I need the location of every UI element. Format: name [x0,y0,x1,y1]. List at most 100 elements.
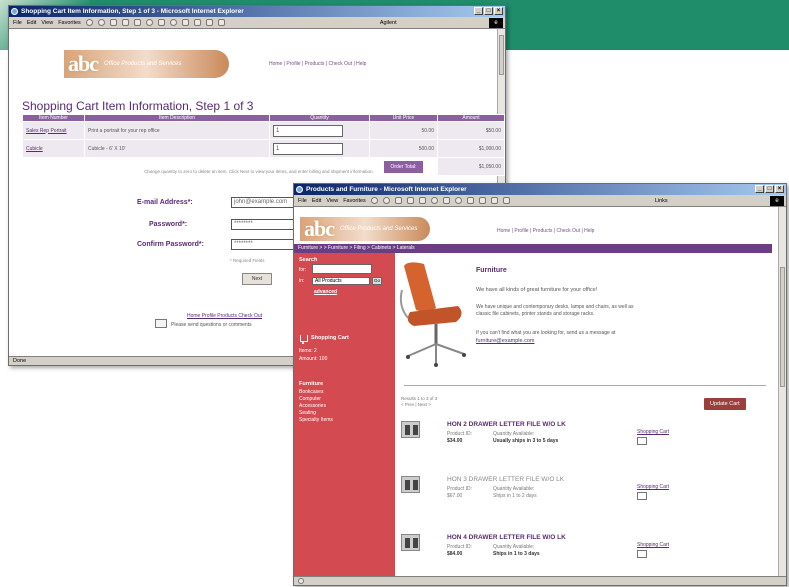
back-icon[interactable] [370,197,378,204]
menu-view[interactable]: View [326,198,338,204]
menu-file[interactable]: File [298,198,307,204]
quantity-cell: 1 [269,139,370,158]
footer-links[interactable]: Home Profile Products Check Out [187,313,262,319]
update-cart-button[interactable]: Update Cart [704,398,746,410]
mail-icon[interactable] [466,197,474,204]
site-logo[interactable]: abc Office Products and Services [64,50,229,78]
search-icon[interactable] [145,19,153,26]
product-thumbnail[interactable] [401,534,420,551]
menu-view[interactable]: View [41,20,53,26]
discuss-icon[interactable] [502,197,510,204]
quantity-input[interactable] [637,550,647,558]
column-header: Unit Price [369,114,438,122]
sidebar-item-computer[interactable]: Computer [299,396,321,402]
amount: $50.00 [437,121,505,140]
refresh-icon[interactable] [121,19,129,26]
menu-toolbar: File Edit View Favorites Agilent e [9,17,505,29]
sidebar-item-seating[interactable]: Seating [299,410,316,416]
search-input[interactable] [312,264,372,274]
quantity-input[interactable]: 1 [273,142,343,155]
product-thumbnail[interactable] [401,421,420,438]
print-icon[interactable] [478,197,486,204]
edit-icon[interactable] [490,197,498,204]
results-pager[interactable]: < Prev | Next > [401,402,437,408]
window-title: Shopping Cart Item Information, Step 1 o… [21,8,244,15]
menu-edit[interactable]: Edit [27,20,36,26]
password-label: Password*: [149,221,188,228]
top-navigation[interactable]: Home | Profile | Products | Check Out | … [497,228,594,234]
shipping-info: Ships in 1 to 3 days [493,551,540,557]
menu-file[interactable]: File [13,20,22,26]
mail-icon[interactable] [181,19,189,26]
shopping-cart-link[interactable]: Shopping Cart [311,335,349,341]
product-thumbnail[interactable] [401,476,420,493]
site-logo[interactable]: abc Office Products and Services [300,216,430,241]
sidebar-item-specialty[interactable]: Specialty Items [299,417,333,423]
stop-icon[interactable] [394,197,402,204]
email-field[interactable]: john@example.com [231,197,301,208]
product-name-link[interactable]: HON 4 DRAWER LETTER FILE W/O LK [447,534,566,541]
availability-label: Quantity Available: [493,431,535,437]
category-description: classic file cabinets, printer stands an… [476,311,595,317]
home-icon[interactable] [418,197,426,204]
history-icon[interactable] [454,197,462,204]
breadcrumb[interactable]: Furniture > > Furniture > Filing > Cabin… [294,244,772,253]
column-header: Item Number [22,114,85,122]
category-select[interactable]: All Products [312,277,370,285]
sidebar: Search for: in: All Products Go advanced… [294,253,395,578]
stop-icon[interactable] [109,19,117,26]
close-button[interactable]: × [494,7,503,15]
item-link[interactable]: Cubicle [22,139,85,158]
minimize-button[interactable]: _ [474,7,483,15]
product-name-link[interactable]: HON 2 DRAWER LETTER FILE W/O LK [447,421,566,428]
refresh-icon[interactable] [406,197,414,204]
print-icon[interactable] [193,19,201,26]
menu-edit[interactable]: Edit [312,198,321,204]
product-item: HON 3 DRAWER LETTER FILE W/O LK Product … [401,476,761,524]
item-link[interactable]: Sales Rep Portrait [22,121,85,140]
quantity-input[interactable]: 1 [273,124,343,137]
sidebar-item-bookcases[interactable]: Bookcases [299,389,323,395]
favorites-icon[interactable] [157,19,165,26]
discuss-icon[interactable] [217,19,225,26]
menu-favorites[interactable]: Favorites [58,20,81,26]
sidebar-item-accessories[interactable]: Accessories [299,403,326,409]
search-go-button[interactable]: Go [372,277,382,285]
quantity-input[interactable] [637,437,647,445]
home-icon[interactable] [133,19,141,26]
mail-envelope-icon[interactable] [155,319,167,328]
back-icon[interactable] [85,19,93,26]
password-field[interactable]: ******** [231,219,301,230]
divider [404,385,766,386]
edit-icon[interactable] [205,19,213,26]
menu-favorites[interactable]: Favorites [343,198,366,204]
menu-toolbar: File Edit View Favorites Links e [294,195,786,207]
maximize-button[interactable]: □ [484,7,493,15]
confirm-password-field[interactable]: ******** [231,239,301,250]
maximize-button[interactable]: □ [765,185,774,193]
minimize-button[interactable]: _ [755,185,764,193]
screenshot-collage: Shopping Cart Item Information, Step 1 o… [0,0,789,587]
search-icon[interactable] [430,197,438,204]
unit-price: 500.00 [369,139,438,158]
contact-email-link[interactable]: furniture@example.com [476,338,534,344]
product-name-link[interactable]: HON 3 DRAWER LETTER FILE W/O LK [447,476,564,483]
item-description: Cubicle - 6' X 10' [84,139,270,158]
item-description: Print a portrait for your rep office [84,121,270,140]
close-button[interactable]: × [775,185,784,193]
history-icon[interactable] [169,19,177,26]
next-button[interactable]: Next [242,273,272,285]
top-navigation[interactable]: Home | Profile | Products | Check Out | … [269,61,366,67]
links-label[interactable]: Links [655,198,668,204]
favorites-icon[interactable] [442,197,450,204]
forward-icon[interactable] [382,197,390,204]
sidebar-section-title: Furniture [299,381,324,387]
quantity-input[interactable] [637,492,647,500]
advanced-search-link[interactable]: advanced [314,289,337,295]
forward-icon[interactable] [97,19,105,26]
results-note: Results 1 to 3 of 3 < Prev | Next > [401,396,437,408]
column-header: Item Description [84,114,270,122]
browser-icon [11,8,18,15]
vertical-scrollbar[interactable] [778,207,786,576]
product-item: HON 2 DRAWER LETTER FILE W/O LK Product … [401,421,761,469]
